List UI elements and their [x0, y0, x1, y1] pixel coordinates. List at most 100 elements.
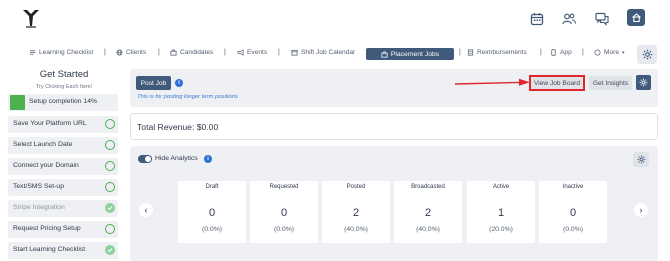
stat-value: 1	[497, 207, 505, 219]
calendar-icon[interactable]	[529, 11, 545, 27]
step-label: Text/SMS Set-up	[13, 183, 64, 190]
main-nav: Learning Checklist | Clients | Candidate…	[0, 45, 670, 65]
users-icon[interactable]	[561, 11, 577, 27]
nav-separator: |	[224, 49, 226, 56]
nav-settings-button[interactable]	[637, 45, 657, 64]
incomplete-circle-icon	[105, 140, 115, 150]
highlight-box	[529, 75, 585, 91]
step-save-platform-url[interactable]: Save Your Platform URL	[8, 116, 118, 133]
analytics-settings-button[interactable]	[633, 152, 649, 167]
nav-more[interactable]: More ▾	[594, 49, 625, 56]
gear-icon	[639, 78, 648, 87]
top-bar	[0, 0, 670, 40]
megaphone-icon	[237, 49, 244, 56]
home-button[interactable]	[627, 9, 645, 26]
nav-separator: |	[158, 49, 160, 56]
info-icon[interactable]: i	[204, 155, 212, 163]
phone-icon	[551, 49, 556, 56]
stat-requested: Requested 0 (0.0%)	[250, 181, 318, 243]
stat-value: 0	[208, 207, 216, 219]
hide-analytics-toggle[interactable]	[138, 155, 152, 163]
gear-icon	[637, 155, 645, 164]
calendar-icon	[291, 49, 298, 56]
incomplete-circle-icon	[105, 182, 115, 192]
step-text-sms-setup[interactable]: Text/SMS Set-up	[8, 179, 118, 196]
chevron-left-icon: ‹	[144, 205, 148, 215]
stat-value: 2	[424, 207, 432, 219]
stat-percent: (40.0%)	[416, 226, 440, 233]
get-started-title: Get Started	[39, 69, 89, 80]
arrow-annotation-icon	[455, 78, 530, 86]
briefcase-icon	[381, 51, 388, 58]
completion-progress-fill	[10, 95, 25, 110]
stat-percent: (0.0%)	[562, 226, 584, 233]
nav-shift-job-calendar[interactable]: Shift Job Calendar	[291, 49, 355, 56]
nav-app[interactable]: App	[550, 49, 572, 56]
step-label: Start Learning Checklist	[13, 246, 86, 253]
post-job-button[interactable]: Post Job	[136, 76, 171, 90]
gear-icon	[642, 49, 652, 60]
jobs-settings-button[interactable]	[636, 75, 651, 90]
nav-separator: |	[278, 49, 280, 56]
stat-value: 0	[280, 207, 288, 219]
nav-reimbursements[interactable]: Reimbursements	[467, 49, 527, 56]
nav-label: More	[604, 49, 620, 56]
stat-posted: Posted 2 (40.0%)	[322, 181, 390, 243]
nav-label: Clients	[126, 49, 147, 56]
step-stripe-integration[interactable]: Stripe Integration	[8, 200, 118, 217]
dots-icon	[594, 49, 601, 56]
incomplete-circle-icon	[105, 224, 115, 234]
step-request-pricing-setup[interactable]: Request Pricing Setup	[8, 221, 118, 238]
nav-separator: |	[582, 49, 584, 56]
next-stats-button[interactable]: ›	[634, 203, 648, 217]
completion-label: Setup completion 14%	[29, 98, 98, 105]
nav-label: Placement Jobs	[390, 50, 440, 58]
step-label: Stripe Integration	[13, 204, 65, 211]
stat-percent: (0.0%)	[201, 226, 223, 233]
nav-label: Reimbursements	[477, 49, 527, 56]
stat-value: 0	[569, 207, 577, 219]
nav-learning-checklist[interactable]: Learning Checklist	[29, 49, 93, 56]
logo-icon[interactable]	[20, 8, 42, 30]
hide-analytics-label: Hide Analytics	[155, 155, 198, 162]
total-revenue: Total Revenue: $0.00	[137, 122, 219, 132]
stat-header: Draft	[205, 184, 219, 190]
get-insights-button[interactable]: Get Insights	[589, 76, 632, 90]
stat-inactive: Inactive 0 (0.0%)	[539, 181, 607, 243]
list-icon	[29, 50, 36, 55]
nav-separator: |	[459, 49, 461, 56]
check-icon	[105, 203, 115, 213]
stat-active: Active 1 (20.0%)	[467, 181, 535, 243]
stat-header: Active	[492, 184, 510, 190]
nav-placement-jobs[interactable]: Placement Jobs	[366, 48, 454, 60]
step-label: Connect your Domain	[13, 162, 79, 169]
step-label: Request Pricing Setup	[13, 225, 81, 232]
stat-header: Broadcasted	[411, 184, 445, 190]
prev-stats-button[interactable]: ‹	[139, 203, 153, 217]
check-icon	[105, 245, 115, 255]
stat-header: Posted	[346, 184, 366, 190]
stat-header: Inactive	[562, 184, 584, 190]
globe-icon	[116, 49, 123, 56]
stat-value: 2	[352, 207, 360, 219]
chevron-right-icon: ›	[639, 205, 643, 215]
stat-broadcasted: Broadcasted 2 (40.0%)	[394, 181, 462, 243]
nav-label: App	[560, 49, 572, 56]
chevron-down-icon: ▾	[622, 49, 625, 56]
info-icon[interactable]: i	[175, 79, 183, 87]
nav-events[interactable]: Events	[237, 49, 267, 56]
nav-clients[interactable]: Clients	[116, 49, 146, 56]
step-select-launch-date[interactable]: Select Launch Date	[8, 137, 118, 154]
setup-completion: Setup completion 14%	[8, 94, 118, 111]
get-started-subtitle: Try Clicking Each Item!	[35, 84, 93, 90]
home-icon	[631, 13, 641, 23]
nav-candidates[interactable]: Candidates	[170, 49, 213, 56]
step-label: Select Launch Date	[13, 141, 73, 148]
step-connect-domain[interactable]: Connect your Domain	[8, 158, 118, 175]
stat-percent: (0.0%)	[273, 226, 295, 233]
chat-icon[interactable]	[594, 11, 610, 27]
receipt-icon	[467, 49, 474, 56]
step-start-learning-checklist[interactable]: Start Learning Checklist	[8, 242, 118, 259]
nav-label: Shift Job Calendar	[301, 49, 356, 56]
nav-separator: |	[540, 49, 542, 56]
